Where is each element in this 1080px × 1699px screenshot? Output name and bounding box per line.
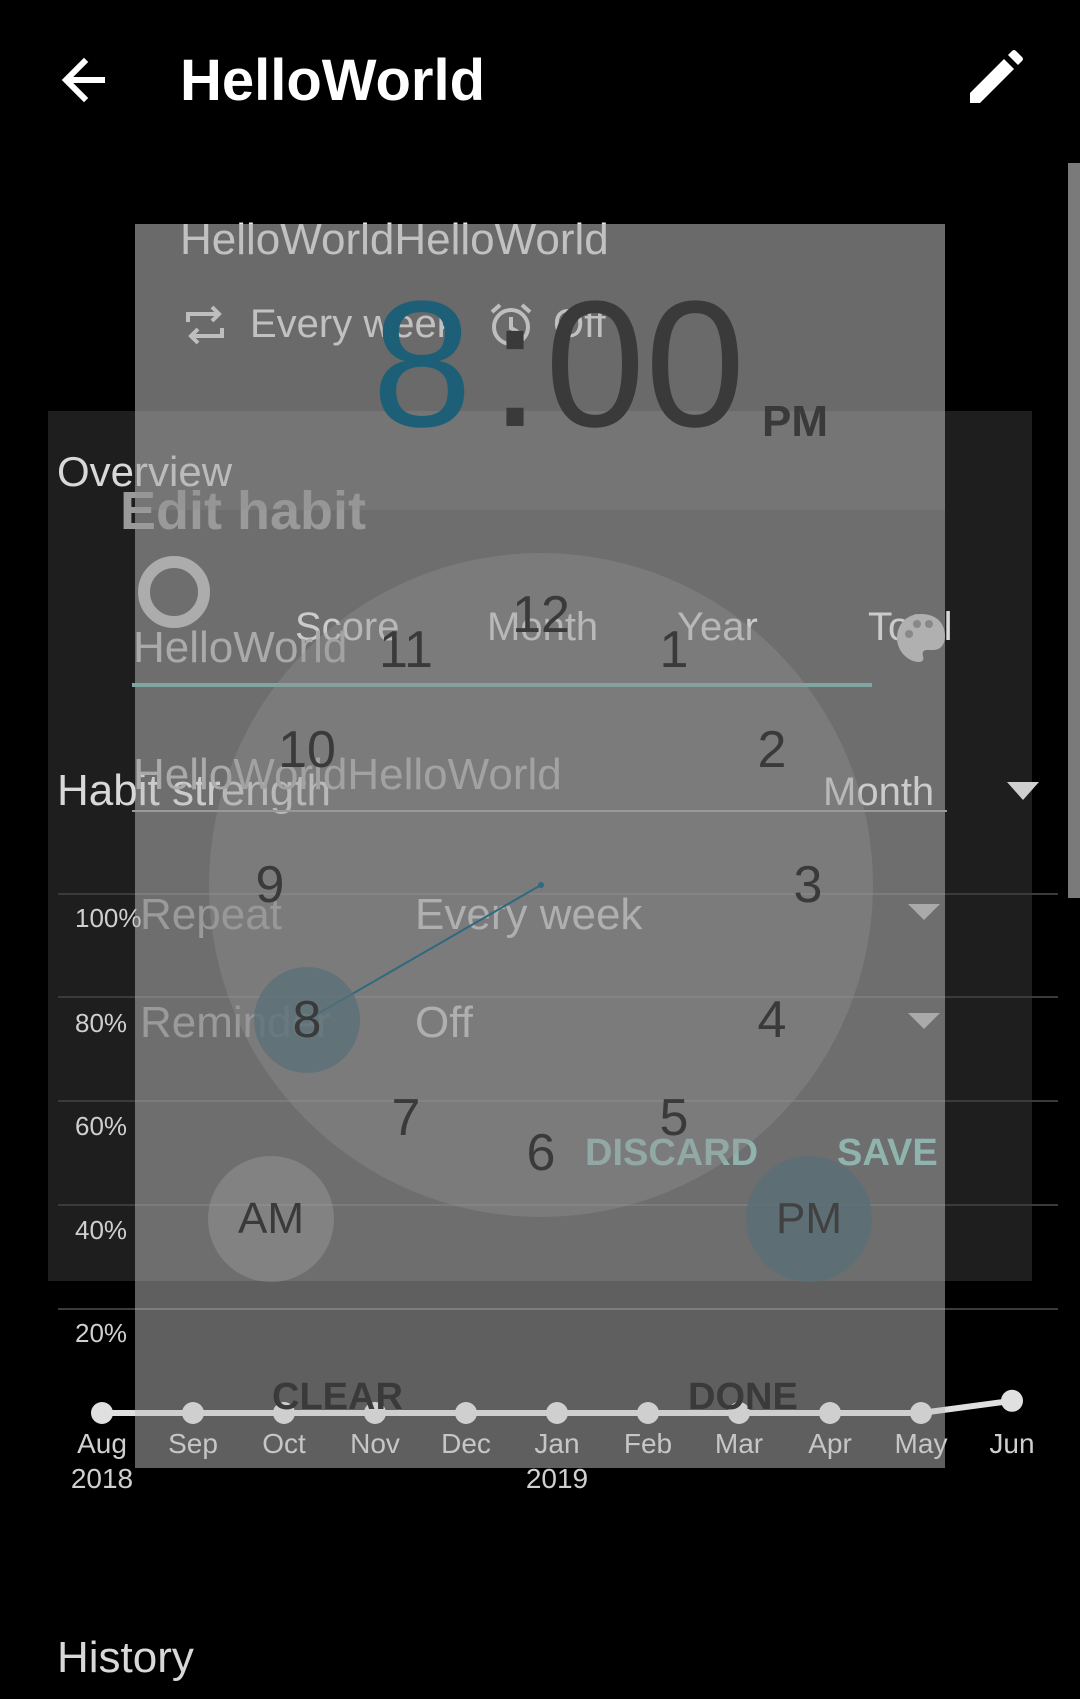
clock-number-9[interactable]: 9 (230, 855, 310, 915)
done-button[interactable]: DONE (688, 1376, 798, 1419)
clock-number-8[interactable]: 8 (267, 990, 347, 1050)
clock-number-4[interactable]: 4 (732, 990, 812, 1050)
clock-number-2[interactable]: 2 (732, 720, 812, 780)
clock-number-3[interactable]: 3 (768, 855, 848, 915)
time-ampm[interactable]: PM (762, 397, 828, 447)
chart-point (1001, 1389, 1023, 1412)
pm-button[interactable]: PM (746, 1156, 872, 1282)
clock-number-6[interactable]: 6 (501, 1123, 581, 1183)
time-minutes[interactable]: 00 (545, 275, 745, 455)
clear-button[interactable]: CLEAR (272, 1376, 403, 1419)
chart-point (91, 1402, 113, 1424)
clock-number-10[interactable]: 10 (267, 720, 347, 780)
pm-label: PM (776, 1194, 842, 1243)
clock-number-7[interactable]: 7 (366, 1088, 446, 1148)
clock-number-12[interactable]: 12 (501, 585, 581, 645)
clock-number-11[interactable]: 11 (366, 620, 446, 680)
time-separator: : (490, 264, 541, 465)
clock-number-5[interactable]: 5 (634, 1088, 714, 1148)
am-label: AM (238, 1194, 304, 1243)
chevron-down-icon[interactable] (908, 1013, 940, 1029)
clock-number-1[interactable]: 1 (634, 620, 714, 680)
palette-icon[interactable] (893, 610, 949, 666)
time-hour[interactable]: 8 (372, 275, 472, 455)
am-button[interactable]: AM (208, 1156, 334, 1282)
history-label: History (57, 1633, 194, 1682)
x-tick-label: Jun (989, 1428, 1035, 1459)
chevron-down-icon[interactable] (908, 904, 940, 920)
